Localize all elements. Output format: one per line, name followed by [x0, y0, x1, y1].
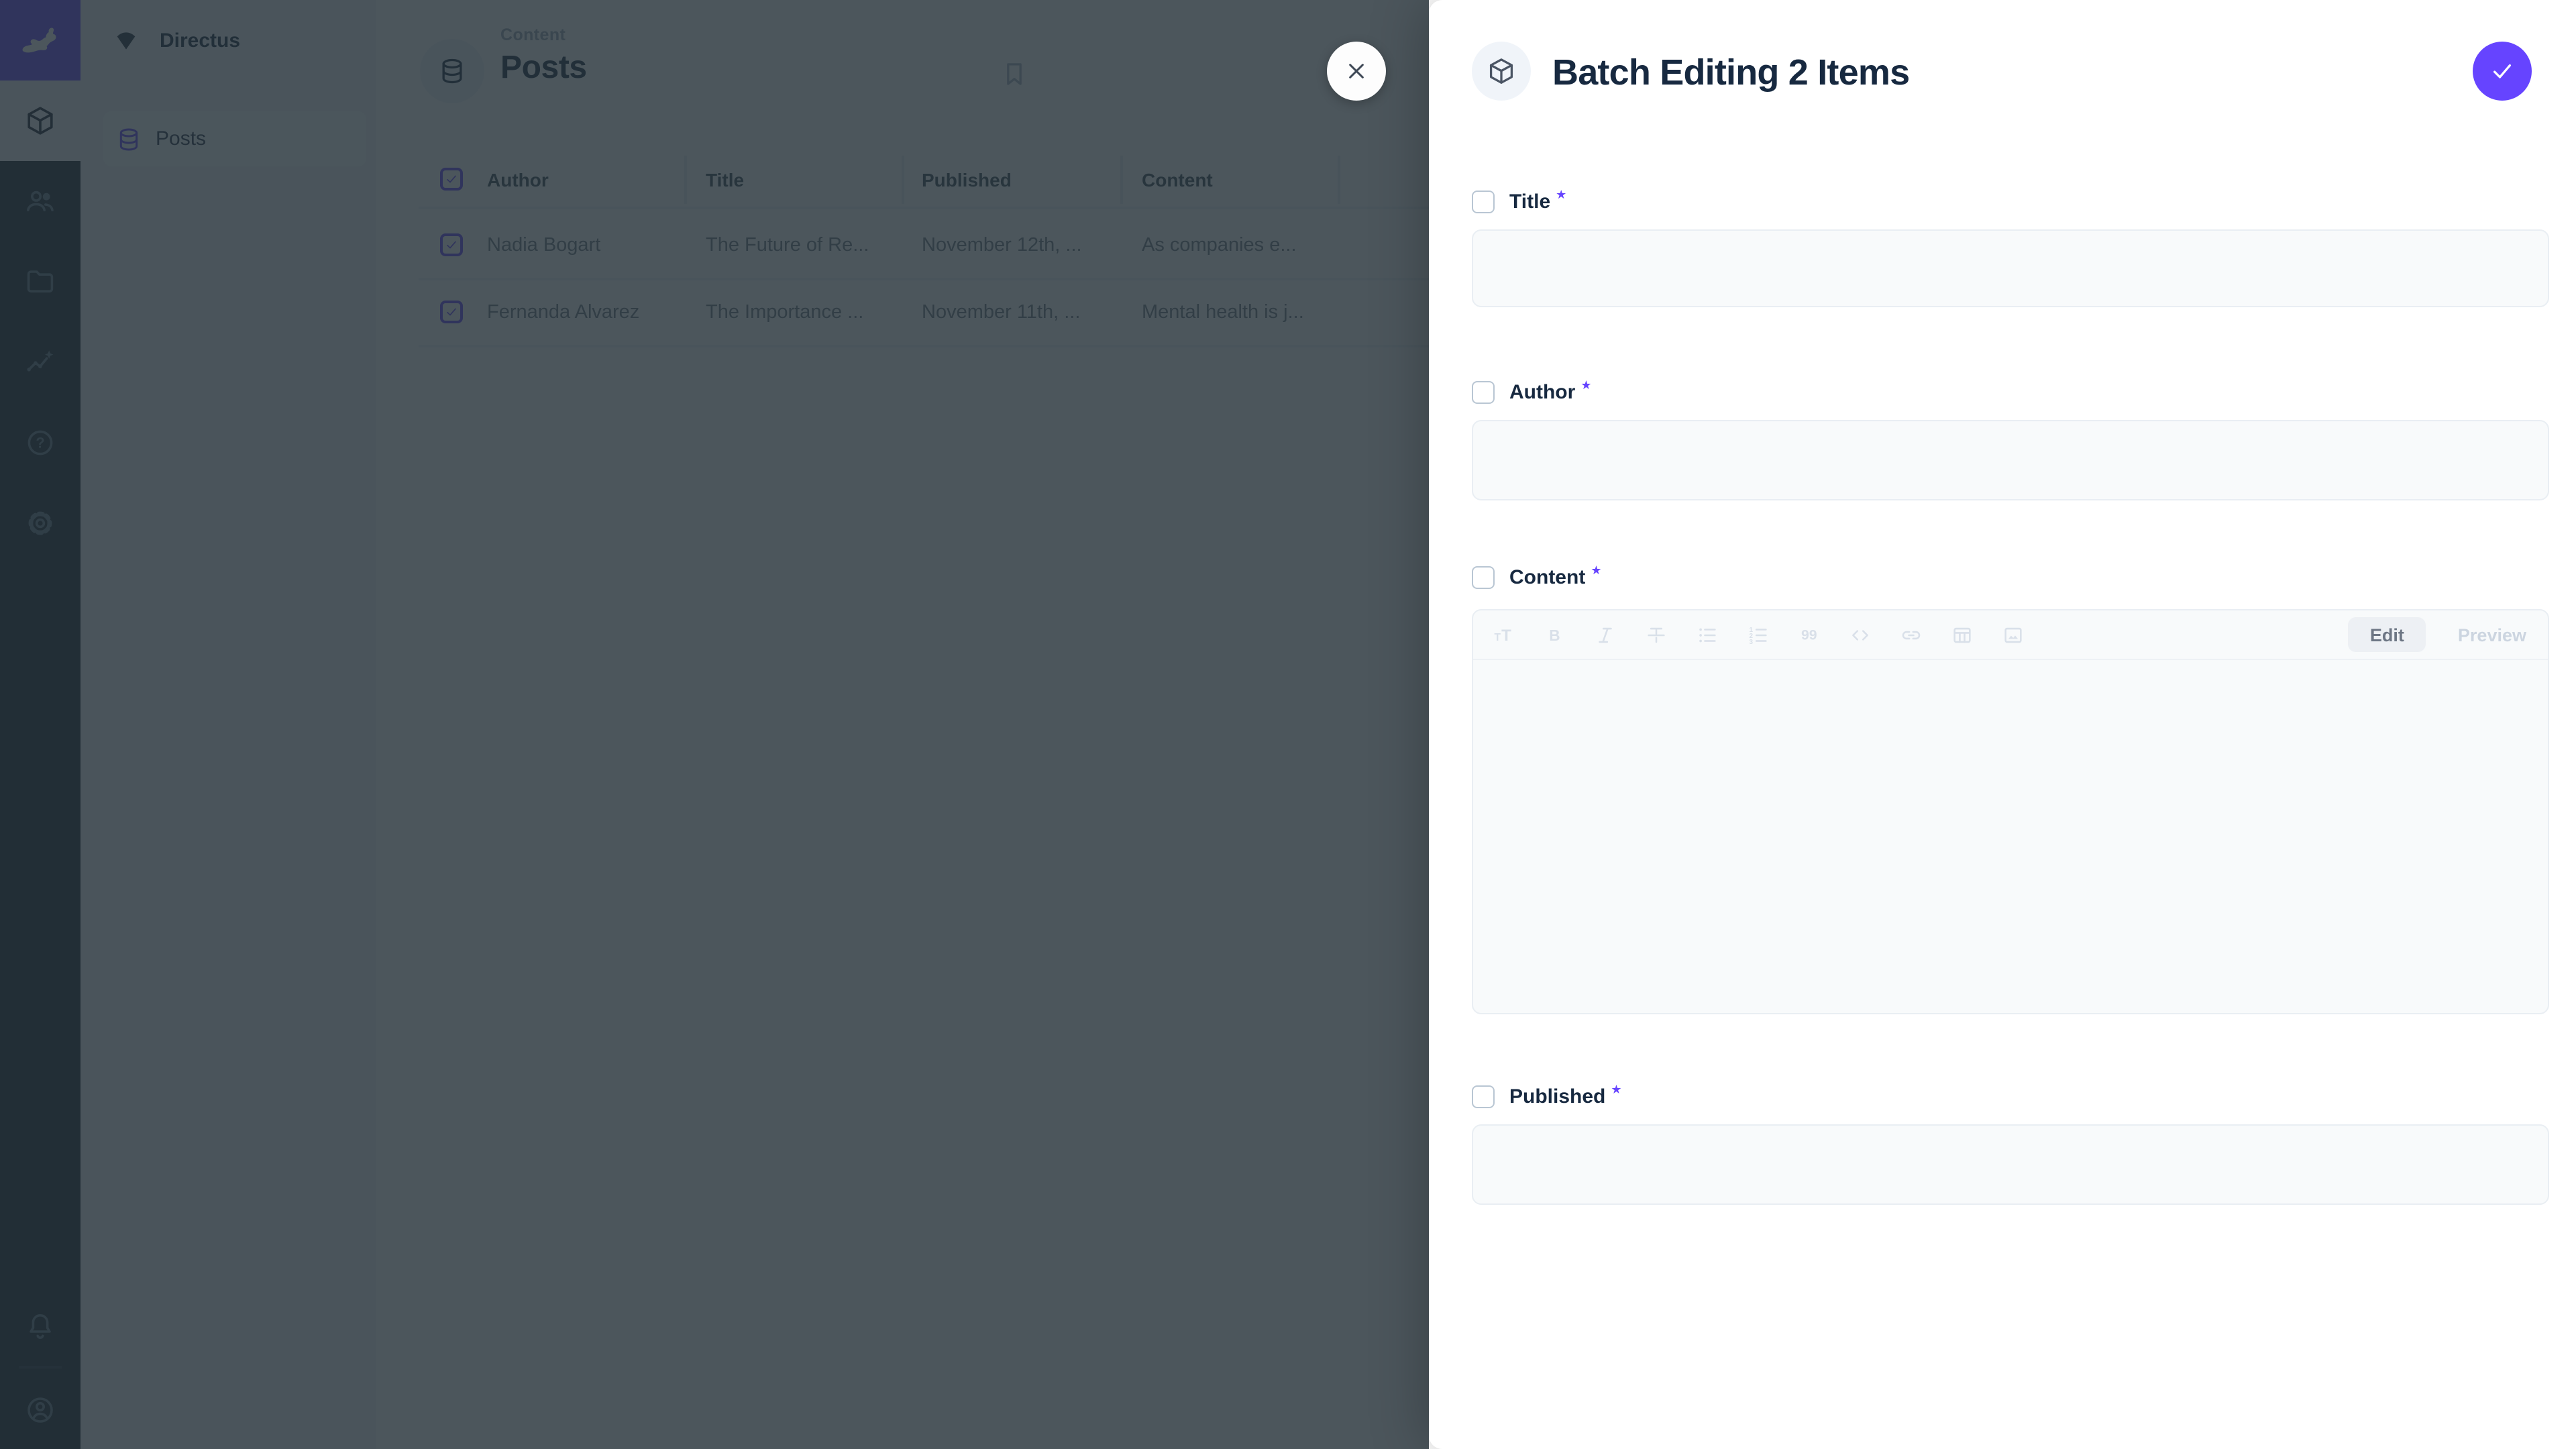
field-published-checkbox[interactable]: [1472, 1085, 1495, 1108]
title-input[interactable]: [1472, 229, 2549, 307]
svg-text:T: T: [1495, 631, 1501, 643]
required-marker: ★: [1580, 378, 1591, 393]
field-content-checkbox[interactable]: [1472, 566, 1495, 588]
link-icon[interactable]: [1900, 623, 1923, 646]
required-marker: ★: [1611, 1083, 1621, 1097]
tab-preview[interactable]: Preview: [2458, 625, 2526, 645]
bold-icon[interactable]: B: [1543, 623, 1566, 646]
format-size-icon[interactable]: TT: [1492, 623, 1515, 646]
field-label: Author: [1509, 380, 1575, 403]
drawer-header-icon-circle: [1472, 42, 1531, 101]
cube-icon: [1487, 56, 1516, 86]
svg-text:99: 99: [1801, 626, 1817, 642]
published-input[interactable]: [1472, 1124, 2549, 1205]
svg-text:T: T: [1501, 626, 1511, 644]
blockquote-icon[interactable]: 99: [1798, 623, 1821, 646]
bulleted-list-icon[interactable]: [1696, 623, 1719, 646]
svg-text:B: B: [1549, 626, 1560, 643]
field-published: Published ★: [1472, 1084, 2549, 1203]
field-label: Published: [1509, 1085, 1605, 1108]
close-icon: [1343, 58, 1370, 85]
italic-icon[interactable]: [1594, 623, 1617, 646]
drawer-title: Batch Editing 2 Items: [1552, 52, 1909, 94]
field-author-checkbox[interactable]: [1472, 380, 1495, 403]
field-label: Content: [1509, 566, 1585, 588]
editor-toolbar: TT B 123 99 Edit Preview: [1473, 610, 2548, 660]
author-input[interactable]: [1472, 420, 2549, 500]
batch-edit-drawer: Batch Editing 2 Items Title ★ Author ★: [1429, 0, 2576, 1449]
code-icon[interactable]: [1849, 623, 1872, 646]
required-marker: ★: [1556, 188, 1566, 203]
numbered-list-icon[interactable]: 123: [1747, 623, 1770, 646]
required-marker: ★: [1591, 564, 1601, 578]
field-title-checkbox[interactable]: [1472, 190, 1495, 213]
markdown-editor: TT B 123 99 Edit Preview: [1472, 609, 2549, 1014]
table-icon[interactable]: [1951, 623, 1974, 646]
tab-edit[interactable]: Edit: [2349, 617, 2426, 652]
editor-body[interactable]: [1473, 660, 2548, 1013]
field-title: Title ★: [1472, 189, 2549, 306]
strikethrough-icon[interactable]: [1645, 623, 1668, 646]
save-button[interactable]: [2473, 42, 2532, 101]
app: ? Directus Posts: [0, 0, 2576, 1449]
check-icon: [2487, 56, 2517, 86]
field-author: Author ★: [1472, 380, 2549, 499]
svg-text:3: 3: [1750, 638, 1754, 645]
editor-tabs: Edit Preview: [2349, 617, 2529, 652]
field-content: Content ★ TT B 123 99 Edit: [1472, 565, 2549, 1014]
field-label: Title: [1509, 190, 1550, 213]
image-icon[interactable]: [2002, 623, 2025, 646]
drawer-close-button[interactable]: [1327, 42, 1386, 101]
drawer-overlay[interactable]: [0, 0, 1429, 1449]
